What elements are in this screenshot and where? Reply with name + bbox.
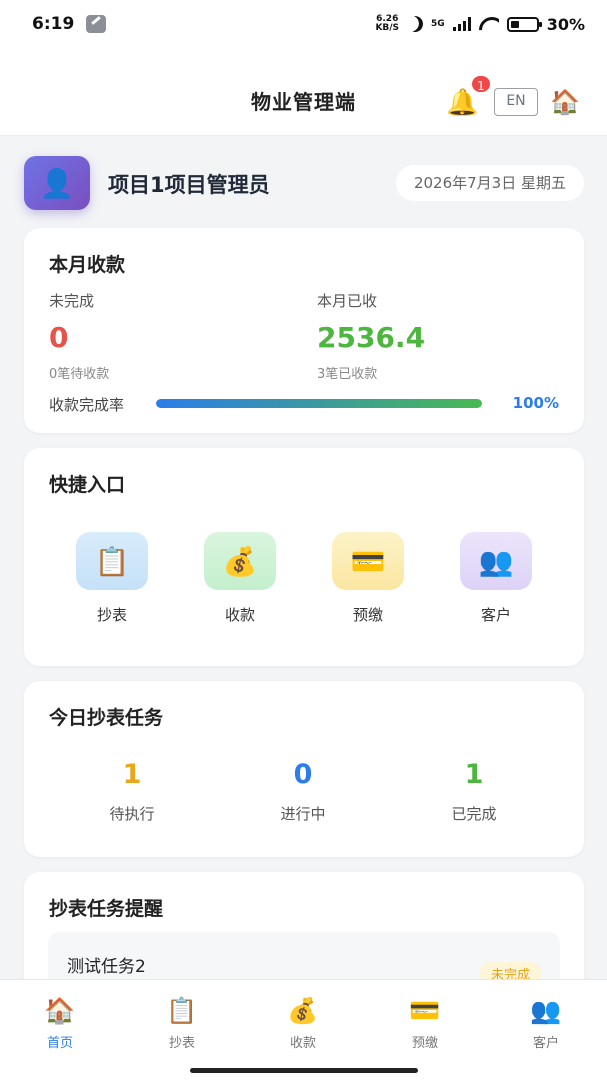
stat-value: 1 bbox=[464, 759, 484, 790]
received-value: 2536.4 bbox=[317, 321, 426, 354]
notification-badge: 1 bbox=[470, 74, 492, 94]
unfinished-column: 未完成 0 0笔待收款 bbox=[49, 290, 109, 382]
tab-meter-reading[interactable]: 📋 抄表 bbox=[142, 996, 222, 1051]
credit-card-icon: 💳 bbox=[332, 532, 404, 590]
status-bar: 6:19 6.26 KB/S 5G 30% bbox=[0, 0, 607, 48]
clipboard-icon: 📋 bbox=[76, 532, 148, 590]
monthly-collection-card: 本月收款 未完成 0 0笔待收款 本月已收 2536.4 3笔已收款 收款完成率… bbox=[24, 228, 584, 433]
credit-card-icon: 💳 bbox=[409, 996, 441, 1025]
received-column: 本月已收 2536.4 3笔已收款 bbox=[317, 290, 425, 382]
date-badge: 2026年7月3日 星期五 bbox=[395, 165, 584, 201]
stat-value: 0 bbox=[293, 759, 313, 790]
stat-completed[interactable]: 1 已完成 bbox=[404, 759, 544, 824]
user-icon: 👤 bbox=[39, 166, 75, 200]
app-header: 物业管理端 🔔 1 EN 🏠 bbox=[0, 48, 607, 136]
quick-label: 预缴 bbox=[352, 606, 383, 624]
stat-in-progress[interactable]: 0 进行中 bbox=[233, 759, 373, 824]
stat-label: 已完成 bbox=[451, 805, 497, 823]
task-name: 测试任务2 bbox=[67, 957, 146, 977]
people-icon: 👥 bbox=[530, 996, 562, 1025]
network-type: 5G bbox=[431, 18, 445, 29]
rate-label: 收款完成率 bbox=[49, 396, 125, 414]
received-label: 本月已收 bbox=[317, 292, 378, 310]
money-bag-icon: 💰 bbox=[204, 532, 276, 590]
tab-collection[interactable]: 💰 收款 bbox=[263, 996, 343, 1051]
unfinished-value: 0 bbox=[49, 321, 69, 354]
quick-label: 收款 bbox=[224, 606, 255, 624]
rate-progress-fill bbox=[156, 399, 482, 408]
stat-label: 待执行 bbox=[109, 805, 155, 823]
tab-label: 预缴 bbox=[411, 1036, 438, 1051]
quick-prepay[interactable]: 💳 预缴 bbox=[323, 532, 413, 625]
status-time: 6:19 bbox=[32, 14, 75, 34]
money-bag-icon: 💰 bbox=[287, 996, 319, 1025]
stat-value: 1 bbox=[122, 759, 142, 790]
role-name: 项目1项目管理员 bbox=[108, 173, 270, 197]
stat-pending[interactable]: 1 待执行 bbox=[62, 759, 202, 824]
bell-icon[interactable]: 🔔 bbox=[446, 88, 478, 118]
do-not-disturb-icon bbox=[405, 14, 426, 35]
tab-label: 抄表 bbox=[168, 1036, 195, 1051]
home-indicator bbox=[190, 1068, 418, 1073]
quick-label: 客户 bbox=[480, 606, 511, 624]
tab-prepay[interactable]: 💳 预缴 bbox=[385, 996, 465, 1051]
card-title: 快捷入口 bbox=[49, 474, 126, 496]
stat-label: 进行中 bbox=[280, 805, 326, 823]
rate-value: 100% bbox=[512, 394, 559, 412]
home-icon[interactable]: 🏠 bbox=[550, 88, 580, 116]
card-title: 今日抄表任务 bbox=[49, 707, 164, 729]
quick-meter-reading[interactable]: 📋 抄表 bbox=[67, 532, 157, 625]
completion-rate-row: 收款完成率 100% bbox=[49, 394, 559, 414]
wrench-icon bbox=[86, 15, 107, 33]
quick-label: 抄表 bbox=[96, 606, 127, 624]
quick-collection[interactable]: 💰 收款 bbox=[195, 532, 285, 625]
card-title: 本月收款 bbox=[49, 254, 126, 276]
avatar[interactable]: 👤 bbox=[24, 156, 90, 210]
tab-label: 收款 bbox=[289, 1036, 316, 1051]
quick-entry-card: 快捷入口 📋 抄表 💰 收款 💳 预缴 👥 客户 bbox=[24, 448, 584, 666]
today-tasks-card: 今日抄表任务 1 待执行 0 进行中 1 已完成 bbox=[24, 681, 584, 857]
status-indicators: 6.26 KB/S 5G 30% bbox=[375, 15, 585, 34]
unfinished-label: 未完成 bbox=[49, 292, 95, 310]
battery-icon bbox=[506, 16, 542, 32]
clipboard-icon: 📋 bbox=[166, 996, 198, 1025]
unfinished-sub: 0笔待收款 bbox=[49, 367, 110, 382]
rate-progress-bar bbox=[156, 399, 482, 408]
net-speed: 6.26 KB/S bbox=[375, 14, 400, 33]
signal-icon bbox=[452, 17, 471, 31]
bottom-tab-bar: 🏠 首页 📋 抄表 💰 收款 💳 预缴 👥 客户 bbox=[0, 979, 607, 1080]
wifi-icon bbox=[479, 17, 499, 31]
card-title: 抄表任务提醒 bbox=[49, 898, 164, 920]
tab-customers[interactable]: 👥 客户 bbox=[506, 996, 586, 1051]
language-button[interactable]: EN bbox=[494, 88, 538, 116]
profile-row: 👤 项目1项目管理员 2026年7月3日 星期五 bbox=[24, 156, 584, 210]
tab-home[interactable]: 🏠 首页 bbox=[20, 996, 100, 1051]
received-sub: 3笔已收款 bbox=[317, 367, 378, 382]
tab-label: 首页 bbox=[46, 1036, 73, 1051]
people-icon: 👥 bbox=[460, 532, 532, 590]
battery-percent: 30% bbox=[546, 14, 585, 34]
tab-label: 客户 bbox=[532, 1036, 559, 1051]
home-icon: 🏠 bbox=[44, 996, 76, 1025]
quick-customers[interactable]: 👥 客户 bbox=[451, 532, 541, 625]
